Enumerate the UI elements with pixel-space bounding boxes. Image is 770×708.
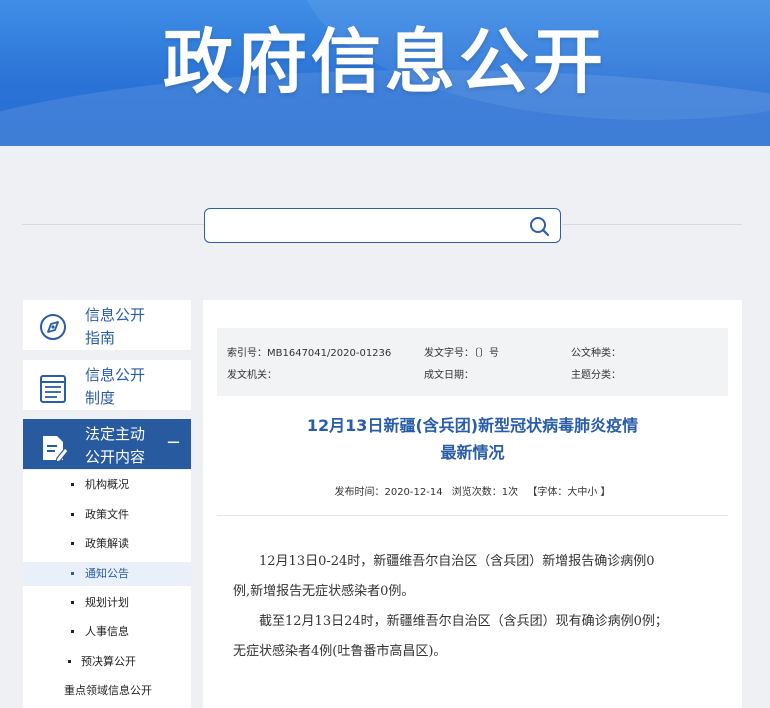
subnav-item-personnel[interactable]: 人事信息 xyxy=(23,620,191,644)
article-paragraph: 12月13日0-24时，新疆维吾尔自治区（含兵团）新增报告确诊病例0 例,新增报… xyxy=(233,554,655,599)
subnav-item-institution[interactable]: 机构概况 xyxy=(23,473,191,497)
bullet-icon xyxy=(71,601,74,604)
meta-category: 公文种类： xyxy=(571,348,621,359)
subnav-item-policy-interpretation[interactable]: 政策解读 xyxy=(23,532,191,556)
collapse-icon[interactable]: − xyxy=(166,432,181,453)
subnav-item-key-areas[interactable]: 重点领域信息公开 xyxy=(23,679,191,703)
publish-info: 发布时间：2020-12-14 浏览次数：1次 【字体：大中小 】 xyxy=(203,483,742,498)
search-icon[interactable] xyxy=(526,213,552,239)
bullet-icon xyxy=(71,572,74,575)
content-divider xyxy=(217,515,728,516)
meta-doc-no: 发文字号：〔〕号 xyxy=(424,348,499,359)
document-list-icon xyxy=(35,371,71,407)
sidebar-item-label: 信息公开 指南 xyxy=(85,306,146,347)
subnav-item-policy-docs[interactable]: 政策文件 xyxy=(23,503,191,527)
divider-line xyxy=(562,224,742,225)
sidebar-item-label: 信息公开 制度 xyxy=(85,366,146,407)
bullet-icon xyxy=(71,630,74,633)
sidebar-item-mandatory-disclosure[interactable]: 法定主动 公开内容 − xyxy=(23,419,191,469)
meta-index-no: 索引号：MB1647041/2020-01236 xyxy=(227,348,392,359)
view-count: 浏览次数：1次 xyxy=(451,487,519,498)
compass-icon xyxy=(35,311,71,347)
font-size-selector[interactable]: 【字体：大中小 】 xyxy=(527,487,610,498)
search-box xyxy=(204,208,561,243)
meta-issuer: 发文机关： xyxy=(227,370,277,381)
divider-line xyxy=(22,224,204,225)
bullet-icon xyxy=(68,660,71,663)
search-input[interactable] xyxy=(215,215,515,237)
subnav-item-notices[interactable]: 通知公告 xyxy=(23,562,191,586)
article-title: 12月13日新疆(含兵团)新型冠状病毒肺炎疫情 最新情况 xyxy=(306,416,639,462)
meta-topic: 主题分类： xyxy=(571,370,621,381)
sidebar-item-guide[interactable]: 信息公开 指南 xyxy=(23,300,191,350)
bullet-icon xyxy=(71,542,74,545)
sidebar-subnav: 机构概况 政策文件 政策解读 通知公告 规划计划 人事信息 预决算公开 重点领域… xyxy=(23,470,191,708)
header-banner: 政府信息公开 xyxy=(0,0,770,146)
sidebar-item-system[interactable]: 信息公开 制度 xyxy=(23,360,191,410)
publish-date: 发布时间：2020-12-14 xyxy=(334,487,443,498)
meta-date-made: 成文日期： xyxy=(424,370,474,381)
subnav-item-budget[interactable]: 预决算公开 xyxy=(23,650,191,674)
bullet-icon xyxy=(71,483,74,486)
article-panel: 索引号：MB1647041/2020-01236 发文字号：〔〕号 公文种类： … xyxy=(203,300,742,708)
page-title: 政府信息公开 xyxy=(163,21,607,103)
subnav-item-planning[interactable]: 规划计划 xyxy=(23,591,191,615)
bullet-icon xyxy=(71,513,74,516)
article-paragraph: 截至12月13日24时，新疆维吾尔自治区（含兵团）现有确诊病例0例； 无症状感染… xyxy=(233,614,668,659)
document-meta-table: 索引号：MB1647041/2020-01236 发文字号：〔〕号 公文种类： … xyxy=(217,328,728,396)
edit-document-icon xyxy=(35,430,71,466)
